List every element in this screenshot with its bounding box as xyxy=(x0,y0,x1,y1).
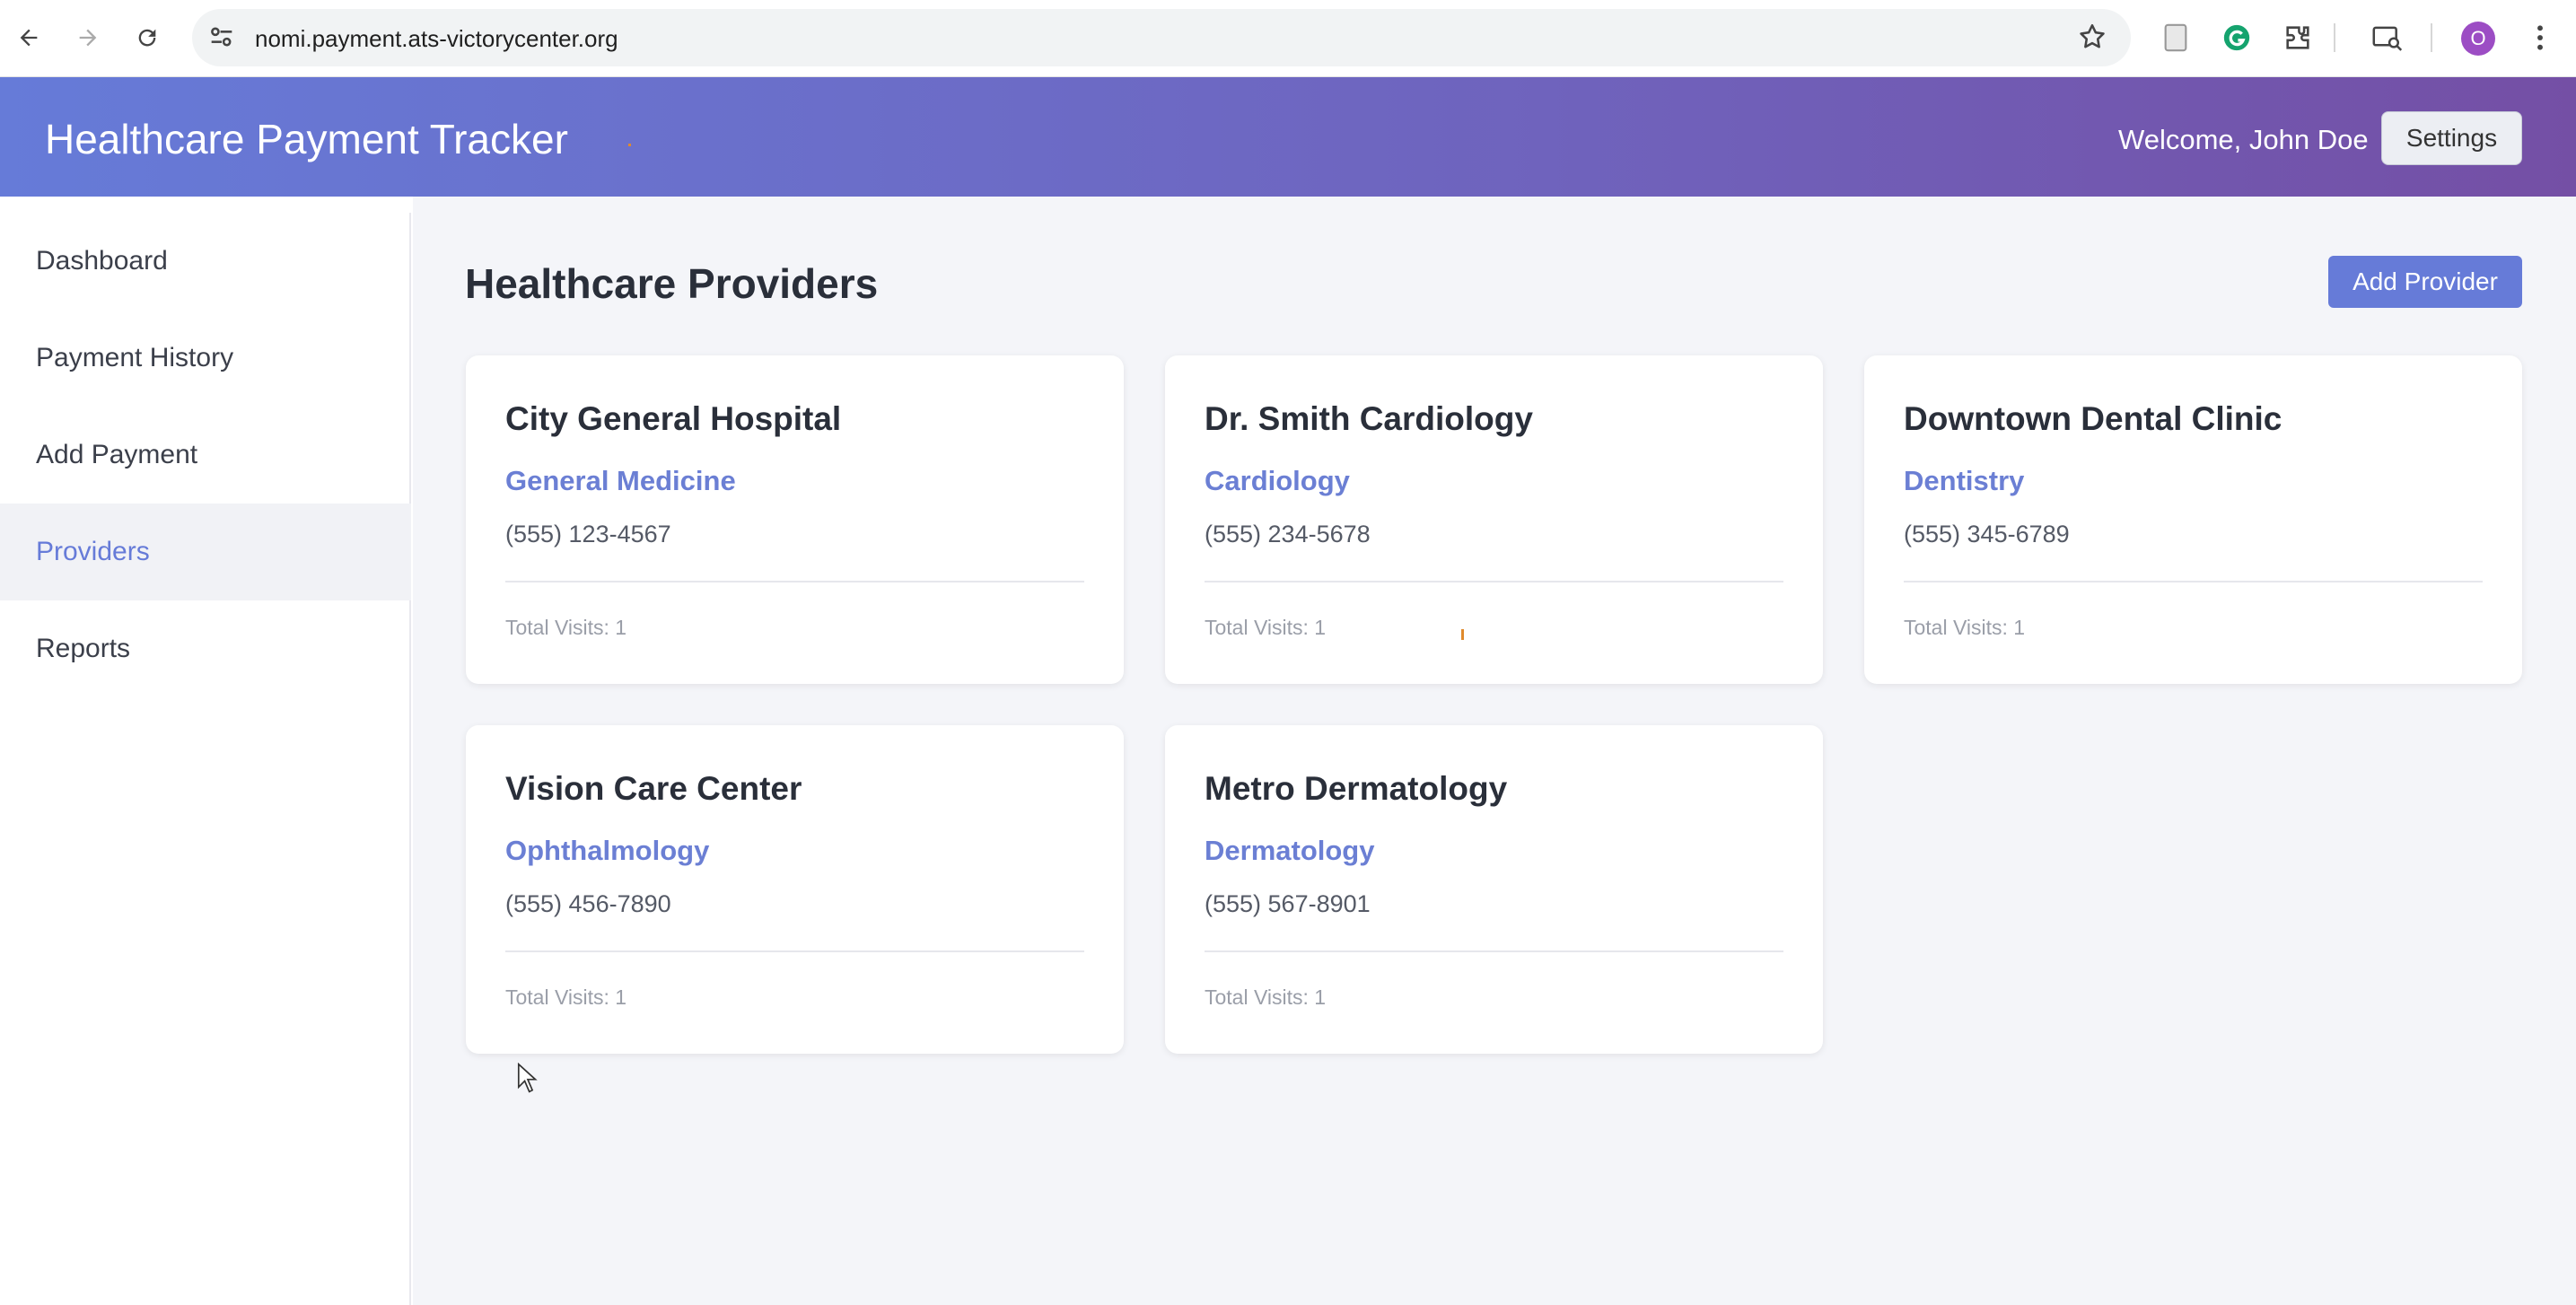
provider-name: Dr. Smith Cardiology xyxy=(1205,400,1533,437)
provider-phone: (555) 345-6789 xyxy=(1904,521,2070,547)
tab-search-icon[interactable] xyxy=(2370,20,2405,56)
sidebar-item-payment-history[interactable]: Payment History xyxy=(0,310,411,407)
reload-icon[interactable] xyxy=(127,18,167,57)
sidebar-item-reports[interactable]: Reports xyxy=(0,600,411,697)
settings-button[interactable]: Settings xyxy=(2381,111,2522,165)
card-divider xyxy=(505,581,1084,582)
document-extension-icon[interactable] xyxy=(2158,20,2194,56)
card-divider xyxy=(1205,581,1783,582)
provider-visits: Total Visits: 1 xyxy=(505,985,627,1009)
card-divider xyxy=(505,950,1084,952)
extensions-puzzle-icon[interactable] xyxy=(2280,20,2316,56)
sidebar-item-providers[interactable]: Providers xyxy=(0,504,411,600)
browser-toolbar: nomi.payment.ats-victorycenter.org O xyxy=(0,0,2576,77)
provider-specialty: Ophthalmology xyxy=(505,835,710,866)
provider-card[interactable]: Dr. Smith Cardiology Cardiology (555) 23… xyxy=(1165,355,1823,684)
add-provider-button[interactable]: Add Provider xyxy=(2328,256,2522,308)
provider-specialty: General Medicine xyxy=(505,465,736,496)
address-bar[interactable]: nomi.payment.ats-victorycenter.org xyxy=(192,9,2131,66)
sidebar-item-dashboard[interactable]: Dashboard xyxy=(0,213,411,310)
profile-avatar[interactable]: O xyxy=(2461,22,2495,56)
sidebar-nav: Dashboard Payment History Add Payment Pr… xyxy=(0,213,411,1305)
sidebar-item-add-payment[interactable]: Add Payment xyxy=(0,407,411,504)
browser-menu-icon[interactable] xyxy=(2522,20,2558,56)
provider-name: City General Hospital xyxy=(505,400,842,437)
provider-card[interactable]: City General Hospital General Medicine (… xyxy=(466,355,1124,684)
provider-card[interactable]: Downtown Dental Clinic Dentistry (555) 3… xyxy=(1864,355,2522,684)
welcome-text: Welcome, John Doe xyxy=(2118,124,2369,155)
provider-name: Metro Dermatology xyxy=(1205,770,1508,807)
provider-card[interactable]: Vision Care Center Ophthalmology (555) 4… xyxy=(466,725,1124,1054)
provider-visits: Total Visits: 1 xyxy=(1205,616,1327,639)
app-header: Healthcare Payment Tracker Welcome, John… xyxy=(0,77,2576,197)
provider-name: Vision Care Center xyxy=(505,770,802,807)
loading-indicator xyxy=(1461,629,1464,640)
provider-visits: Total Visits: 1 xyxy=(1904,616,2026,639)
url-text: nomi.payment.ats-victorycenter.org xyxy=(255,25,618,52)
app-title: Healthcare Payment Tracker xyxy=(45,116,568,162)
toolbar-divider xyxy=(2334,23,2335,52)
card-divider xyxy=(1904,581,2483,582)
back-icon[interactable] xyxy=(9,18,48,57)
provider-visits: Total Visits: 1 xyxy=(1205,985,1327,1009)
site-settings-icon[interactable] xyxy=(206,22,237,57)
provider-phone: (555) 567-8901 xyxy=(1205,890,1371,917)
provider-card[interactable]: Metro Dermatology Dermatology (555) 567-… xyxy=(1165,725,1823,1054)
provider-visits: Total Visits: 1 xyxy=(505,616,627,639)
provider-phone: (555) 123-4567 xyxy=(505,521,671,547)
grammarly-icon[interactable] xyxy=(2219,20,2255,56)
provider-specialty: Cardiology xyxy=(1205,465,1350,496)
provider-name: Downtown Dental Clinic xyxy=(1904,400,2282,437)
mouse-cursor-icon xyxy=(517,1062,539,1098)
provider-phone: (555) 234-5678 xyxy=(1205,521,1371,547)
card-divider xyxy=(1205,950,1783,952)
provider-specialty: Dentistry xyxy=(1904,465,2025,496)
main-content: Healthcare Providers Add Provider City G… xyxy=(413,197,2576,1305)
loading-dot xyxy=(628,144,631,146)
provider-specialty: Dermatology xyxy=(1205,835,1375,866)
page-title: Healthcare Providers xyxy=(465,260,879,307)
toolbar-divider xyxy=(2431,23,2432,52)
bookmark-star-icon[interactable] xyxy=(2077,22,2107,57)
forward-icon[interactable] xyxy=(68,18,108,57)
provider-phone: (555) 456-7890 xyxy=(505,890,671,917)
